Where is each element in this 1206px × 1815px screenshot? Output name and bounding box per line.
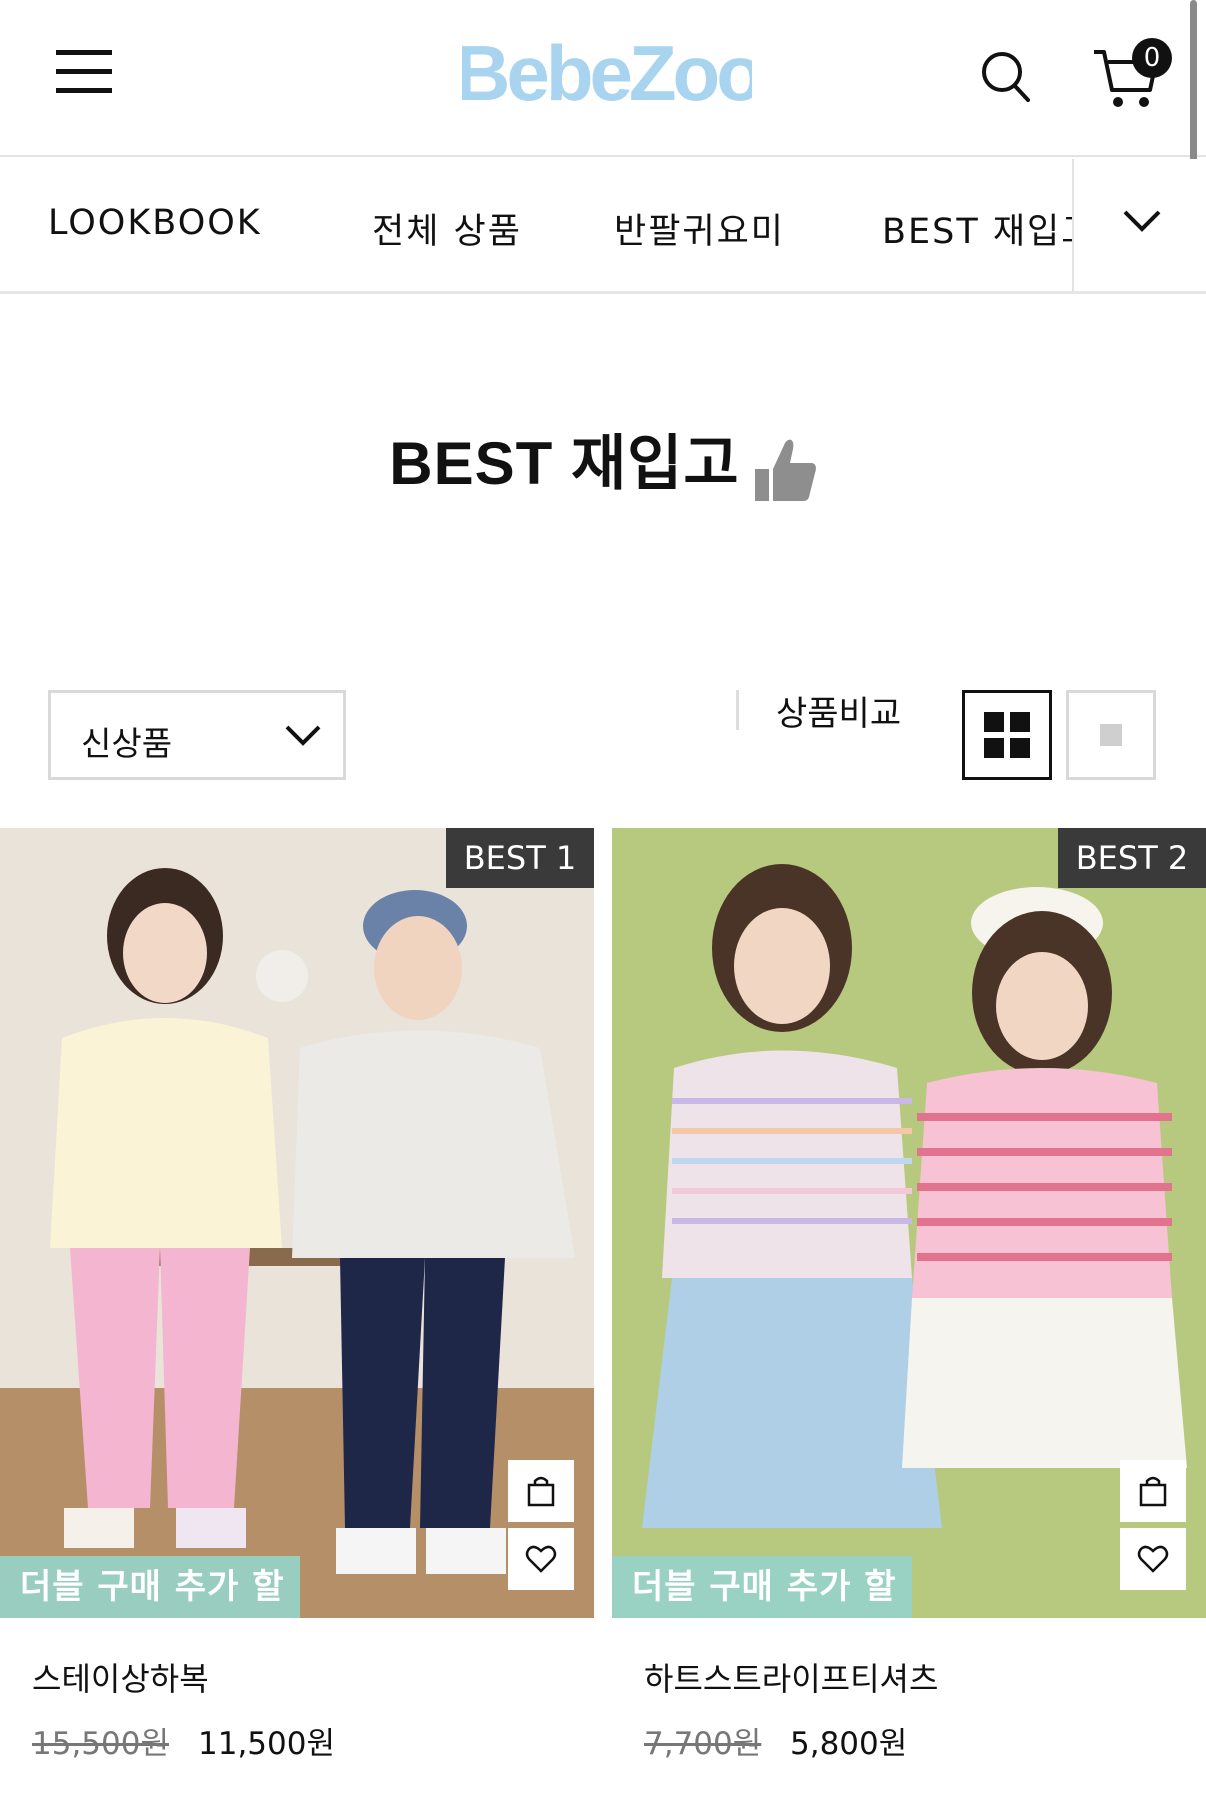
product-name[interactable]: 스테이상하복 — [32, 1654, 209, 1700]
menu-icon[interactable] — [56, 50, 112, 94]
product-photo[interactable]: BEST 2 더블 구매 추가 할인 — [612, 828, 1206, 1618]
chevron-down-icon — [285, 725, 321, 746]
heart-icon — [525, 1545, 557, 1573]
page-title-text: BEST 재입고 — [389, 430, 740, 497]
nav-item-best-restock[interactable]: BEST 재입고 — [882, 203, 1072, 254]
site-header: BebeZoo 0 — [0, 0, 1206, 157]
original-price: 7,700원 — [644, 1726, 762, 1762]
promo-banner: 더블 구매 추가 할인 — [612, 1556, 912, 1618]
category-nav: LOOKBOOK 전체 상품 반팔귀요미 BEST 재입고 — [0, 159, 1206, 294]
single-view-icon — [1100, 724, 1122, 746]
single-view-button[interactable] — [1066, 690, 1156, 780]
heart-icon — [1137, 1545, 1169, 1573]
nav-expand-button[interactable] — [1072, 159, 1206, 291]
promo-banner: 더블 구매 추가 할인 — [0, 1556, 300, 1618]
nav-item-all-products[interactable]: 전체 상품 — [372, 203, 522, 254]
search-icon[interactable] — [978, 46, 1034, 106]
product-photo-kids-sweatsuits — [0, 828, 594, 1618]
sale-price: 11,500원 — [198, 1726, 335, 1762]
page-title: BEST 재입고 — [0, 415, 1206, 502]
sort-select[interactable]: 신상품 — [48, 690, 346, 780]
nav-item-lookbook[interactable]: LOOKBOOK — [48, 203, 262, 243]
product-photo-kids-striped-tees — [612, 828, 1206, 1618]
grid-view-icon — [984, 712, 1030, 758]
bebezoo-logo[interactable]: BebeZoo — [462, 18, 752, 128]
original-price: 15,500원 — [32, 1726, 169, 1762]
svg-text:BebeZoo: BebeZoo — [462, 29, 752, 117]
product-photo[interactable]: BEST 1 더블 구매 추가 할인 — [0, 828, 594, 1618]
best-rank-badge: BEST 1 — [446, 828, 594, 888]
wishlist-button[interactable] — [508, 1528, 574, 1590]
wishlist-button[interactable] — [1120, 1528, 1186, 1590]
shopping-bag-icon — [1139, 1476, 1167, 1507]
toolbar-divider — [736, 690, 739, 730]
product-card[interactable]: BEST 2 더블 구매 추가 할인 하트스트라이프티셔츠 7,700원 5,8… — [612, 828, 1206, 1762]
product-card[interactable]: BEST 1 더블 구매 추가 할인 스테이상하복 15,500원 11,500… — [0, 828, 594, 1762]
category-track: LOOKBOOK 전체 상품 반팔귀요미 BEST 재입고 — [0, 159, 1072, 291]
thumbs-up-icon — [754, 439, 816, 501]
add-to-cart-button[interactable] — [508, 1460, 574, 1522]
shopping-bag-icon — [527, 1476, 555, 1507]
grid-view-button[interactable] — [962, 690, 1052, 780]
add-to-cart-button[interactable] — [1120, 1460, 1186, 1522]
compare-products-button[interactable]: 상품비교 — [776, 686, 901, 735]
chevron-down-icon — [1123, 210, 1161, 232]
sale-price: 5,800원 — [790, 1726, 908, 1762]
cart-count-badge: 0 — [1132, 38, 1172, 78]
best-rank-badge: BEST 2 — [1058, 828, 1206, 888]
sort-selected-label: 신상품 — [81, 724, 173, 763]
nav-item-short-sleeve[interactable]: 반팔귀요미 — [614, 203, 785, 254]
product-name[interactable]: 하트스트라이프티셔츠 — [644, 1654, 938, 1700]
